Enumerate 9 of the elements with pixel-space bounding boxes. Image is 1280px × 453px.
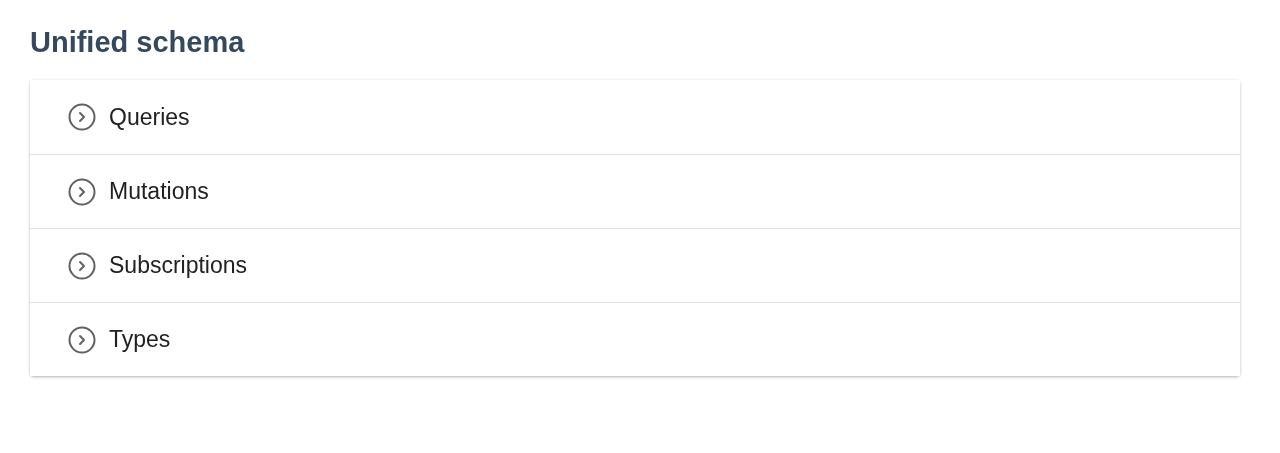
accordion-item[interactable]: Queries: [30, 80, 1240, 154]
chevron-circle-icon: [67, 324, 97, 355]
page-title: Unified schema: [30, 25, 245, 60]
accordion-item[interactable]: Types: [30, 302, 1240, 376]
accordion-item[interactable]: Mutations: [30, 154, 1240, 228]
chevron-circle-icon: [67, 102, 97, 132]
chevron-circle-icon: [67, 176, 97, 207]
accordion-item[interactable]: Subscriptions: [30, 228, 1240, 302]
chevron-circle-icon: [67, 250, 97, 281]
